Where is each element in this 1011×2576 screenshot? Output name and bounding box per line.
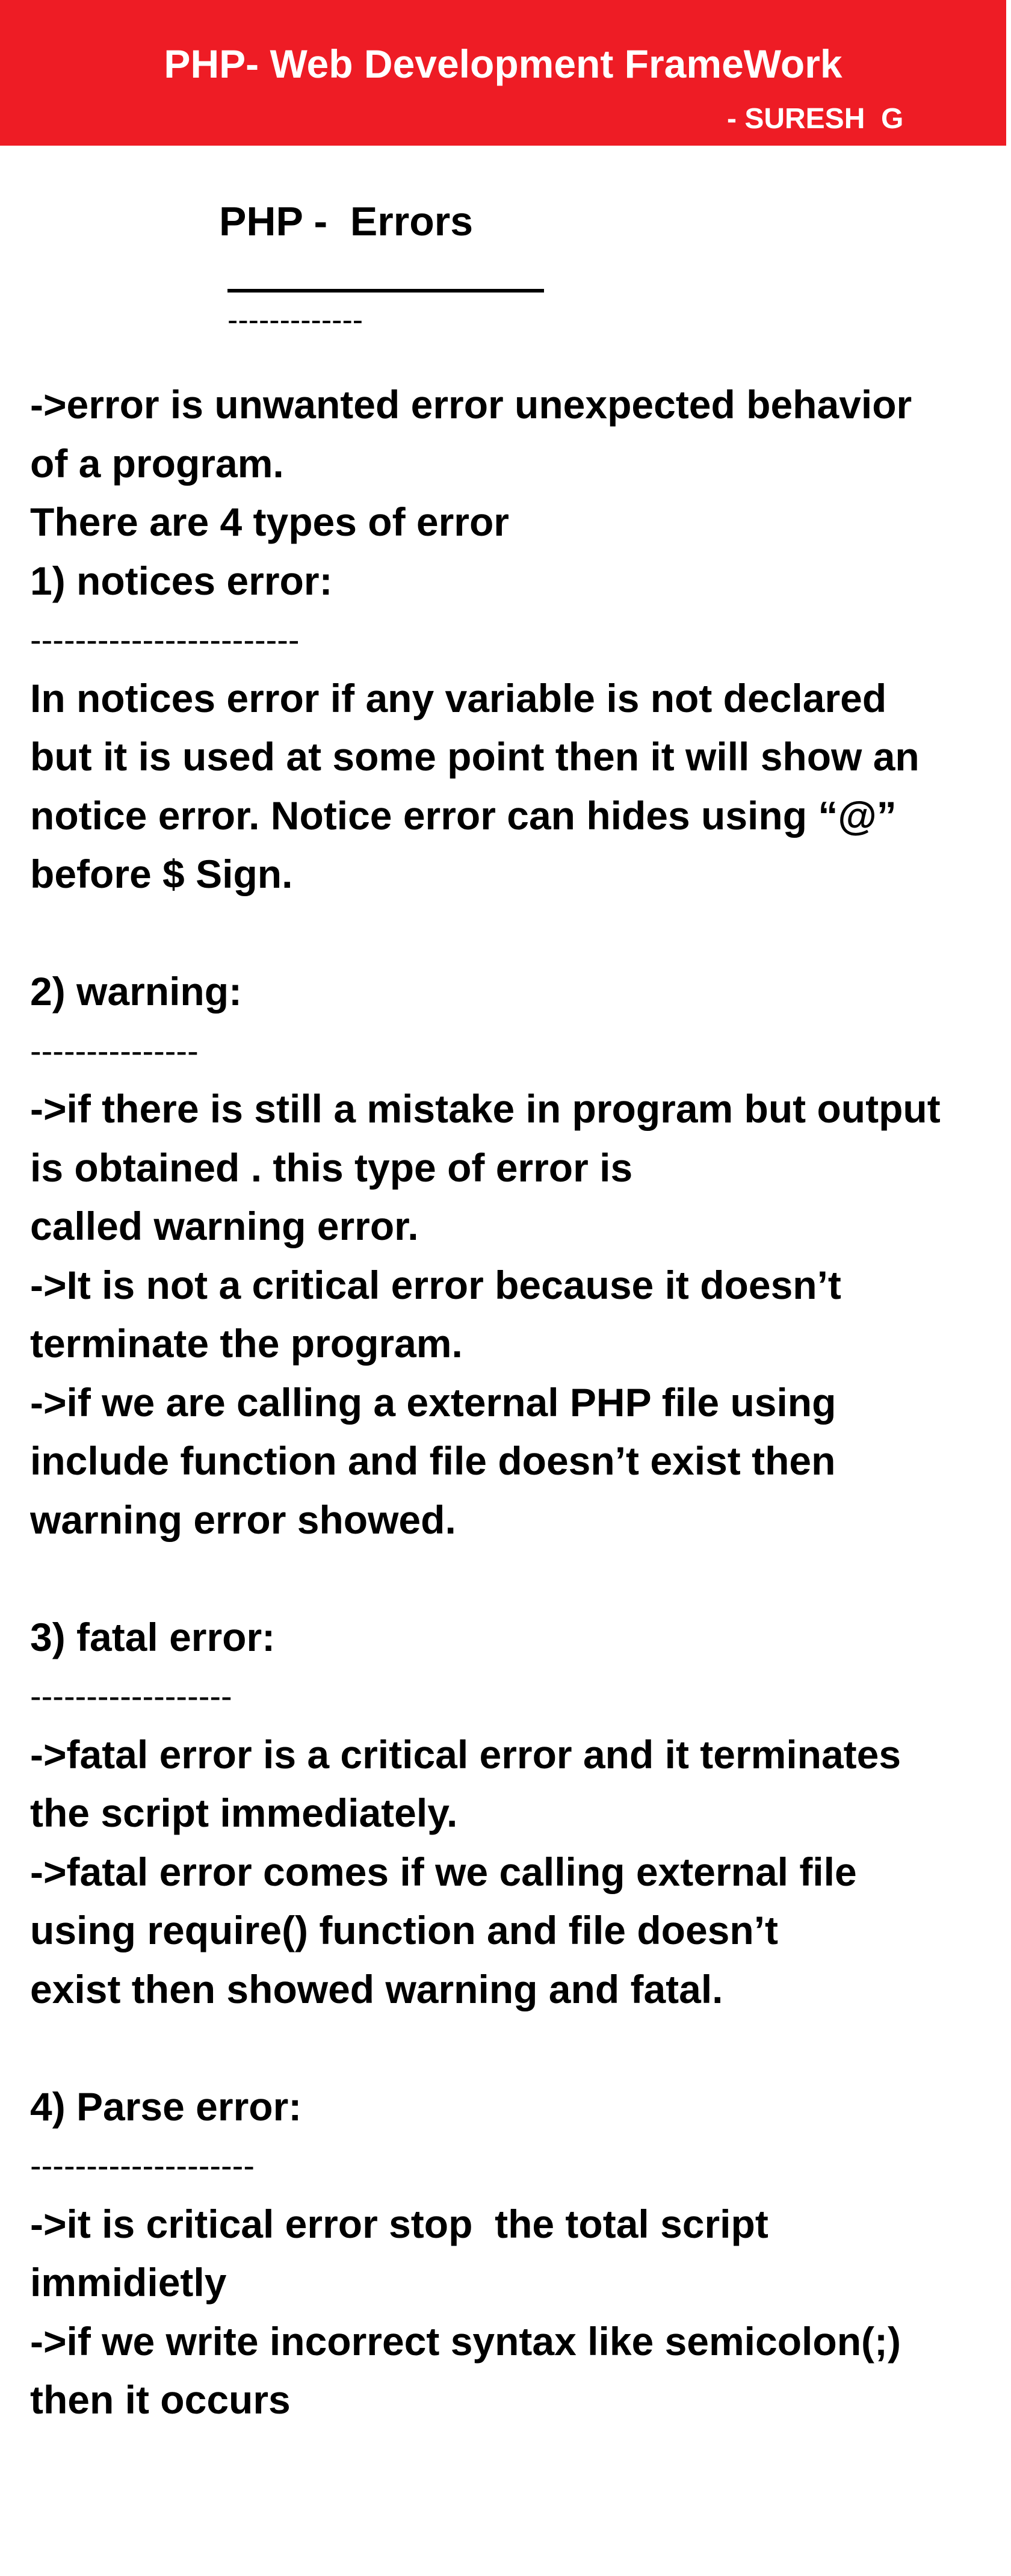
section-line: ->fatal error comes if we calling extern… xyxy=(30,1849,857,1894)
intro-line: There are 4 types of error xyxy=(30,500,509,544)
section-line: ->it is critical error stop the total sc… xyxy=(30,2201,768,2246)
section-line: the script immediately. xyxy=(30,1791,458,1835)
section-line: ->if we write incorrect syntax like semi… xyxy=(30,2318,901,2364)
section-heading-warning: 2) warning: xyxy=(30,969,243,1014)
section-heading-parse: 4) Parse error: xyxy=(30,2084,302,2129)
section-line: but it is used at some point then it wil… xyxy=(30,734,920,779)
section-line: using require() function and file doesn’… xyxy=(30,1908,779,1952)
section-line: ->if there is still a mistake in program… xyxy=(30,1086,941,1131)
section-line: exist then showed warning and fatal. xyxy=(30,1966,723,2011)
section-line: terminate the program. xyxy=(30,1321,463,1366)
section-dashes: --------------- xyxy=(30,1031,199,1070)
header-title: PHP- Web Development FrameWork xyxy=(164,42,842,86)
section-line: ->fatal error is a critical error and it… xyxy=(30,1732,901,1777)
section-line: ->if we are calling a external PHP file … xyxy=(30,1379,836,1425)
header-author: - SURESH G xyxy=(727,103,904,135)
document-body: ->error is unwanted error unexpected beh… xyxy=(30,376,1005,2430)
section-line: include function and file doesn’t exist … xyxy=(30,1438,836,1483)
header-banner: PHP- Web Development FrameWork - SURESH … xyxy=(0,0,1006,146)
section-line: called warning error. xyxy=(30,1204,419,1248)
section-line: notice error. Notice error can hides usi… xyxy=(30,793,897,838)
section-line: ->It is not a critical error because it … xyxy=(30,1262,841,1307)
section-line: before $ Sign. xyxy=(30,852,293,896)
section-line: In notices error if any variable is not … xyxy=(30,675,887,720)
title-underline xyxy=(227,289,544,293)
section-line: warning error showed. xyxy=(30,1497,456,1542)
section-line: immidietly xyxy=(30,2260,227,2305)
section-line: is obtained . this type of error is xyxy=(30,1145,633,1190)
section-line: then it occurs xyxy=(30,2377,291,2422)
page-title: PHP - Errors xyxy=(219,199,474,244)
title-dashes: ------------- xyxy=(227,303,363,338)
section-dashes: ------------------------ xyxy=(30,621,300,658)
intro-line: ->error is unwanted error unexpected beh… xyxy=(30,382,912,427)
section-dashes: -------------------- xyxy=(30,2146,255,2184)
intro-line: of a program. xyxy=(30,441,284,486)
section-dashes: ------------------ xyxy=(30,1677,232,1715)
section-heading-notices: 1) notices error: xyxy=(30,558,333,603)
section-heading-fatal: 3) fatal error: xyxy=(30,1614,276,1659)
